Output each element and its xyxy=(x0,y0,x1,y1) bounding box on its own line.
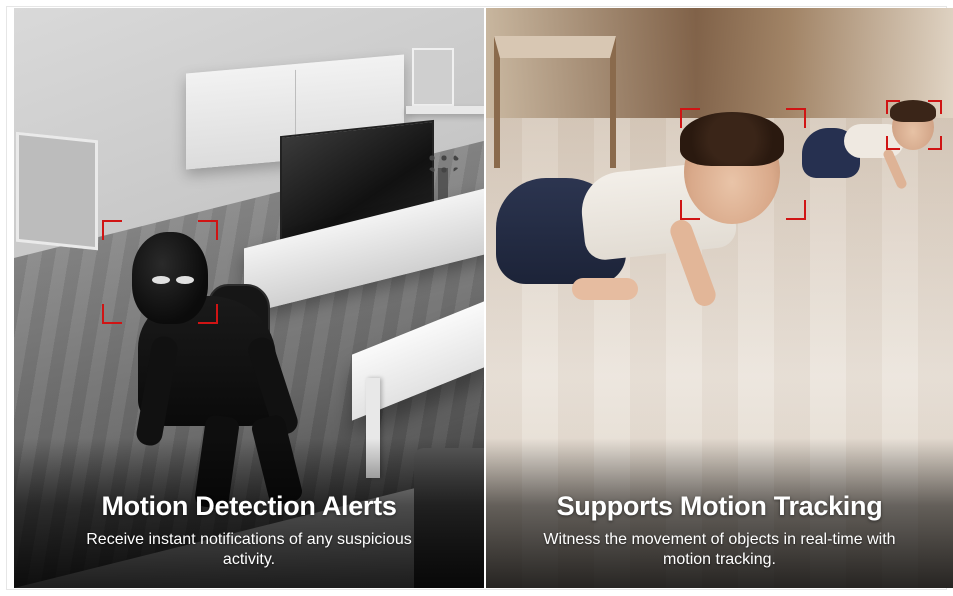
motion-detection-panel: Motion Detection Alerts Receive instant … xyxy=(14,8,484,588)
shelf-frame xyxy=(412,48,454,106)
panel-description: Witness the movement of objects in real-… xyxy=(543,531,896,568)
tracking-bracket-far xyxy=(886,100,942,150)
panel-title: Supports Motion Tracking xyxy=(556,491,883,521)
panel-description: Receive instant notifications of any sus… xyxy=(86,531,412,568)
panel-title: Motion Detection Alerts xyxy=(101,491,397,521)
face-detection-bracket xyxy=(102,220,218,324)
wall-picture-frame xyxy=(16,131,98,251)
wall-shelf xyxy=(406,106,484,114)
baby-foot xyxy=(572,278,638,300)
motion-tracking-panel: Supports Motion Tracking Witness the mov… xyxy=(486,8,953,588)
caption: Motion Detection Alerts Receive instant … xyxy=(14,491,484,570)
tracking-bracket-near xyxy=(680,108,806,220)
caption: Supports Motion Tracking Witness the mov… xyxy=(486,491,953,570)
